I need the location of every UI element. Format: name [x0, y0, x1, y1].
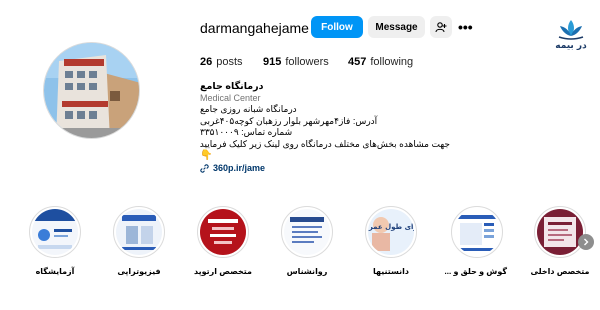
bio-line: شماره تماس: ۳۳۵۱۰۰۰۹ — [200, 127, 293, 137]
highlight-lab[interactable]: آزمایشگاه — [25, 206, 85, 276]
highlight-label: آزمایشگاه — [35, 267, 75, 276]
ent-thumbnail-icon — [454, 209, 500, 255]
building-photo-icon — [44, 43, 139, 138]
bio-link[interactable]: 360p.ir/jame — [200, 163, 450, 175]
posts-label: posts — [216, 56, 243, 68]
highlights-next-button[interactable] — [578, 234, 594, 250]
highlight-psychologist[interactable]: روانشناس — [277, 206, 337, 276]
bio-link-text[interactable]: 360p.ir/jame — [213, 163, 265, 175]
orthopedist-thumbnail-icon — [200, 209, 246, 255]
suggested-accounts-button[interactable] — [430, 16, 452, 38]
username: darmangahejame — [200, 20, 309, 36]
following-label: following — [370, 56, 414, 68]
internist-thumbnail-icon — [537, 209, 583, 255]
lab-thumbnail-icon — [32, 209, 78, 255]
facts-thumbnail-text: ۶ نسخه برای طول عمر — [368, 223, 414, 231]
link-icon — [200, 164, 209, 173]
watermark-logo: در بیمه — [548, 18, 594, 51]
category-label: Medical Center — [200, 92, 261, 103]
highlight-physio[interactable]: فیزیوتراپی — [109, 206, 169, 276]
pointing-down-emoji: 👇 — [200, 150, 213, 161]
followers-count: 915 — [263, 56, 282, 68]
highlight-label: متخصص ارتوپد — [194, 267, 252, 276]
watermark-text: در بیمه — [555, 41, 587, 51]
full-name: درمانگاه جامع — [200, 81, 264, 92]
posts-count: 26 — [200, 56, 213, 68]
highlight-facts[interactable]: ۶ نسخه برای طول عمر دانستنیها — [361, 206, 421, 276]
follow-button[interactable]: Follow — [311, 16, 363, 38]
more-options-icon[interactable]: ••• — [458, 19, 473, 35]
facts-thumbnail-icon: ۶ نسخه برای طول عمر — [368, 209, 414, 255]
followers-label: followers — [285, 56, 329, 68]
highlight-orthopedist[interactable]: متخصص ارتوپد — [193, 206, 253, 276]
physiotherapy-thumbnail-icon — [116, 209, 162, 255]
add-person-icon — [435, 22, 447, 33]
highlight-label: روانشناس — [286, 267, 328, 276]
lotus-logo-icon — [558, 20, 584, 40]
message-button[interactable]: Message — [368, 16, 425, 38]
bio-line: جهت مشاهده بخش‌های مختلف درمانگاه روی لی… — [199, 138, 450, 149]
highlight-label: گوش و حلق و ... — [444, 267, 507, 276]
following-count: 457 — [348, 56, 367, 68]
bio-line: درمانگاه شبانه روزی جامع — [200, 104, 297, 114]
posts-stat: 26 posts — [200, 56, 263, 68]
psychologist-thumbnail-icon — [284, 209, 330, 255]
highlight-label: دانستنیها — [372, 267, 410, 276]
following-stat[interactable]: 457 following — [348, 56, 413, 68]
highlight-label: متخصص داخلی — [530, 267, 590, 276]
bio-line: آدرس: فاز۴مهرشهر بلوار رزهبان کوچه۴۰۵غرب… — [200, 115, 378, 126]
highlight-label: فیزیوتراپی — [117, 267, 161, 276]
followers-stat[interactable]: 915 followers — [263, 56, 348, 68]
profile-avatar[interactable] — [43, 42, 140, 139]
chevron-right-icon — [584, 238, 589, 246]
profile-stats: 26 posts 915 followers 457 following — [200, 56, 413, 68]
highlight-ent[interactable]: گوش و حلق و ... — [444, 206, 507, 276]
bio-section: درمانگاه جامع Medical Center درمانگاه شب… — [200, 81, 450, 175]
